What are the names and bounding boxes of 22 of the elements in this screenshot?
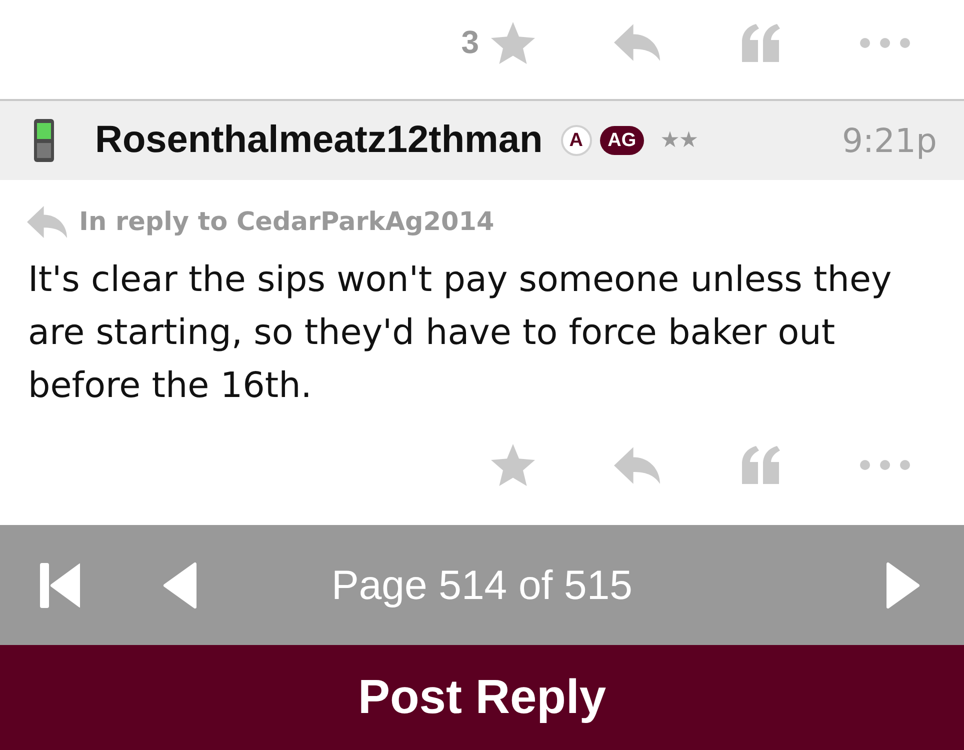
more-icon[interactable] bbox=[860, 38, 910, 48]
next-page-icon[interactable] bbox=[886, 562, 920, 608]
star-icon[interactable] bbox=[491, 22, 535, 64]
reply-icon[interactable] bbox=[614, 446, 660, 484]
more-icon[interactable] bbox=[860, 460, 910, 470]
tag-badge: AG bbox=[600, 126, 644, 155]
letter-badge: A bbox=[560, 125, 592, 156]
page-indicator: Page 514 of 515 bbox=[332, 562, 632, 608]
first-page-icon[interactable] bbox=[40, 562, 80, 608]
username[interactable]: Rosenthalmeatz12thman bbox=[95, 119, 543, 162]
reply-icon bbox=[27, 206, 67, 238]
post-text: It's clear the sips won't pay someone unless they are starting, so they'd have to force baker out before the 16th. bbox=[27, 259, 893, 408]
post-time: 9:21p bbox=[842, 121, 937, 160]
rank-stars: ★★ bbox=[660, 128, 698, 153]
quote-icon[interactable] bbox=[741, 446, 781, 484]
star-icon[interactable] bbox=[491, 444, 535, 486]
quote-icon[interactable] bbox=[741, 24, 781, 62]
post-reply-button[interactable]: Post Reply bbox=[0, 645, 964, 750]
phone-icon bbox=[33, 119, 55, 162]
previous-page-icon[interactable] bbox=[163, 562, 197, 608]
reply-icon[interactable] bbox=[614, 24, 660, 61]
like-count: 3 bbox=[461, 24, 479, 61]
